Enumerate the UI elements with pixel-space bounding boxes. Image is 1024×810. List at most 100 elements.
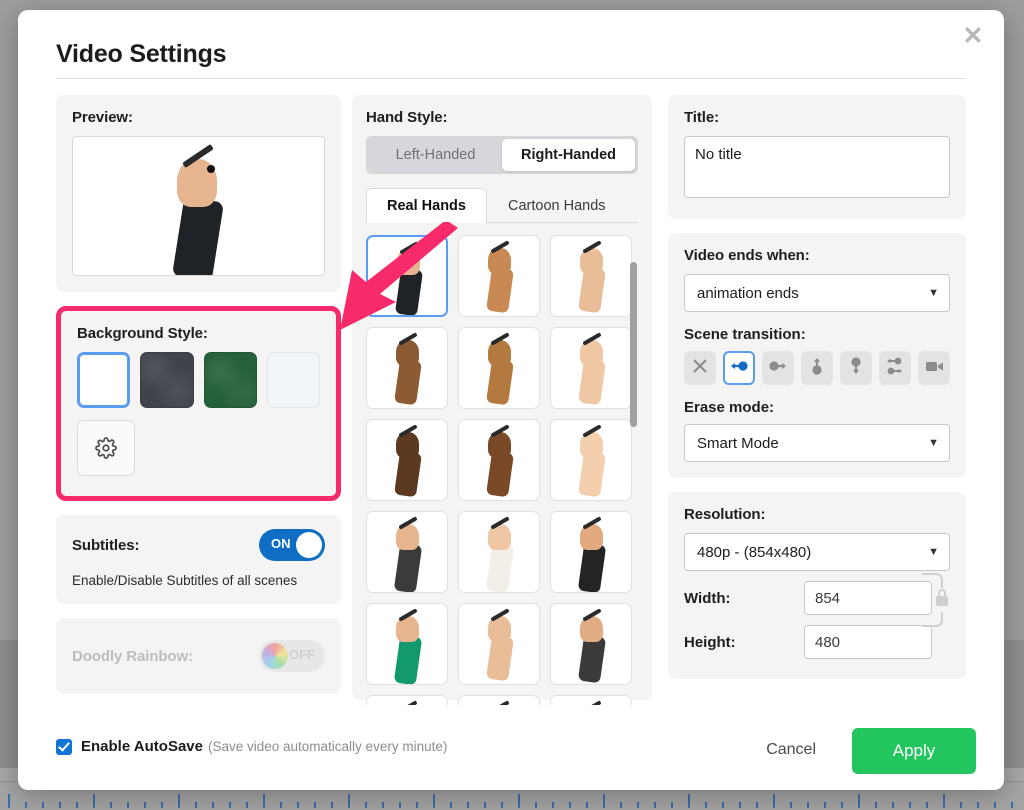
segment-right-handed[interactable]: Right-Handed: [502, 139, 635, 171]
hand-thumbnail-8[interactable]: [458, 419, 540, 501]
tab-cartoon-hands[interactable]: Cartoon Hands: [487, 188, 627, 223]
ruler-tick: [671, 802, 673, 808]
hand-thumbnail-2[interactable]: [458, 235, 540, 317]
background-settings-button[interactable]: [77, 420, 135, 476]
ruler-tick: [875, 802, 877, 808]
rainbow-wheel-icon: [262, 643, 288, 669]
hand-thumbnail-5[interactable]: [458, 327, 540, 409]
background-swatch-green-chalkboard[interactable]: [203, 352, 257, 408]
transition-swap-button[interactable]: [879, 351, 911, 385]
ruler-tick: [637, 802, 639, 808]
ruler-tick: [960, 802, 962, 808]
arrow-up-dot-icon: [806, 355, 828, 382]
subtitles-toggle[interactable]: ON: [259, 529, 325, 561]
ruler-tick: [773, 794, 775, 808]
ruler-tick: [59, 802, 61, 808]
ruler-tick: [688, 794, 690, 808]
transition-none-button[interactable]: [684, 351, 716, 385]
hand-forearm: [393, 634, 423, 684]
video-camera-icon: [923, 355, 945, 382]
hand-thumbnail-17[interactable]: [458, 695, 540, 705]
hand-thumbnail-16[interactable]: [366, 695, 448, 705]
segment-left-handed[interactable]: Left-Handed: [369, 139, 502, 171]
cancel-button[interactable]: Cancel: [760, 740, 822, 760]
subtitles-toggle-state: ON: [271, 536, 291, 551]
transition-slide-up-button[interactable]: [801, 351, 833, 385]
hand-thumbnail-6[interactable]: [550, 327, 632, 409]
arrow-right-dot-icon: [767, 355, 789, 382]
hand-grid-scrollbar[interactable]: [629, 235, 638, 705]
erase-mode-value: Smart Mode: [697, 434, 779, 452]
video-ends-value: animation ends: [697, 284, 799, 302]
hand-thumbnail-14[interactable]: [458, 603, 540, 685]
autosave-checkbox[interactable]: [56, 738, 72, 755]
hand-thumbnail-11[interactable]: [458, 511, 540, 593]
hand-type-tabs: Real Hands Cartoon Hands: [366, 188, 638, 223]
hand-thumbnail-13[interactable]: [366, 603, 448, 685]
height-label: Height:: [684, 633, 736, 651]
ruler-tick: [127, 802, 129, 808]
ruler-tick: [382, 802, 384, 808]
ruler-tick: [450, 802, 452, 808]
hand-thumbnail-10[interactable]: [366, 511, 448, 593]
ruler-tick: [807, 802, 809, 808]
transition-slide-down-button[interactable]: [840, 351, 872, 385]
ruler-tick: [331, 802, 333, 808]
close-x-icon: [689, 355, 711, 382]
ruler-tick: [501, 802, 503, 808]
tab-real-hands[interactable]: Real Hands: [366, 188, 487, 223]
ruler-tick: [943, 794, 945, 808]
ruler-tick: [790, 802, 792, 808]
hand-thumbnail-4[interactable]: [366, 327, 448, 409]
ruler-tick: [552, 802, 554, 808]
ruler-tick: [926, 802, 928, 808]
autosave-row[interactable]: Enable AutoSave (Save video automaticall…: [56, 738, 447, 755]
hand-thumbnail-9[interactable]: [550, 419, 632, 501]
height-input[interactable]: [804, 625, 932, 659]
subtitles-card: Subtitles: ON Enable/Disable Subtitles o…: [56, 515, 341, 604]
video-ends-select[interactable]: animation ends ▼: [684, 274, 950, 312]
background-swatch-dark-chalkboard[interactable]: [140, 352, 194, 408]
erase-mode-select[interactable]: Smart Mode ▼: [684, 424, 950, 462]
ruler-tick: [416, 802, 418, 808]
title-input[interactable]: [684, 136, 950, 198]
ruler-tick: [246, 802, 248, 808]
width-input[interactable]: [804, 581, 932, 615]
ruler-tick: [841, 802, 843, 808]
ruler-tick: [994, 802, 996, 808]
hand-thumbnail-7[interactable]: [366, 419, 448, 501]
apply-button[interactable]: Apply: [852, 728, 976, 774]
transition-camera-button[interactable]: [918, 351, 950, 385]
background-swatch-light-gray[interactable]: [266, 352, 320, 408]
title-divider: [56, 78, 966, 79]
doodly-rainbow-toggle[interactable]: OFF: [259, 640, 325, 672]
video-settings-dialog: ✕ Video Settings Preview: Background Sty…: [18, 10, 1004, 790]
ruler-tick: [824, 802, 826, 808]
ruler-tick: [603, 794, 605, 808]
hand-grid-scrollbar-thumb[interactable]: [630, 262, 637, 427]
hand-thumbnail-18[interactable]: [550, 695, 632, 705]
doodly-rainbow-card: Doodly Rainbow: OFF: [56, 618, 341, 694]
scene-transition-label: Scene transition:: [684, 326, 806, 343]
width-label: Width:: [684, 589, 731, 607]
ruler-tick: [229, 802, 231, 808]
transition-slide-left-button[interactable]: [723, 351, 755, 385]
hand-thumbnail-1[interactable]: [366, 235, 448, 317]
close-icon[interactable]: ✕: [960, 24, 986, 50]
ruler-tick: [280, 802, 282, 808]
doodly-rainbow-label: Doodly Rainbow:: [72, 647, 193, 665]
autosave-label: Enable AutoSave: [81, 738, 203, 755]
hand-thumbnail-3[interactable]: [550, 235, 632, 317]
transition-slide-right-button[interactable]: [762, 351, 794, 385]
hand-thumbnail-15[interactable]: [550, 603, 632, 685]
aspect-ratio-link[interactable]: [920, 564, 950, 636]
hand-forearm: [577, 542, 607, 592]
resolution-value: 480p - (854x480): [697, 543, 812, 561]
hand-thumbnail-12[interactable]: [550, 511, 632, 593]
ruler-tick: [977, 802, 979, 808]
ruler-tick: [212, 802, 214, 808]
resolution-select[interactable]: 480p - (854x480) ▼: [684, 533, 950, 571]
hand-style-card: Hand Style: Left-Handed Right-Handed Rea…: [352, 95, 652, 705]
background-swatch-white[interactable]: [77, 352, 131, 408]
preview-label: Preview:: [72, 109, 133, 126]
